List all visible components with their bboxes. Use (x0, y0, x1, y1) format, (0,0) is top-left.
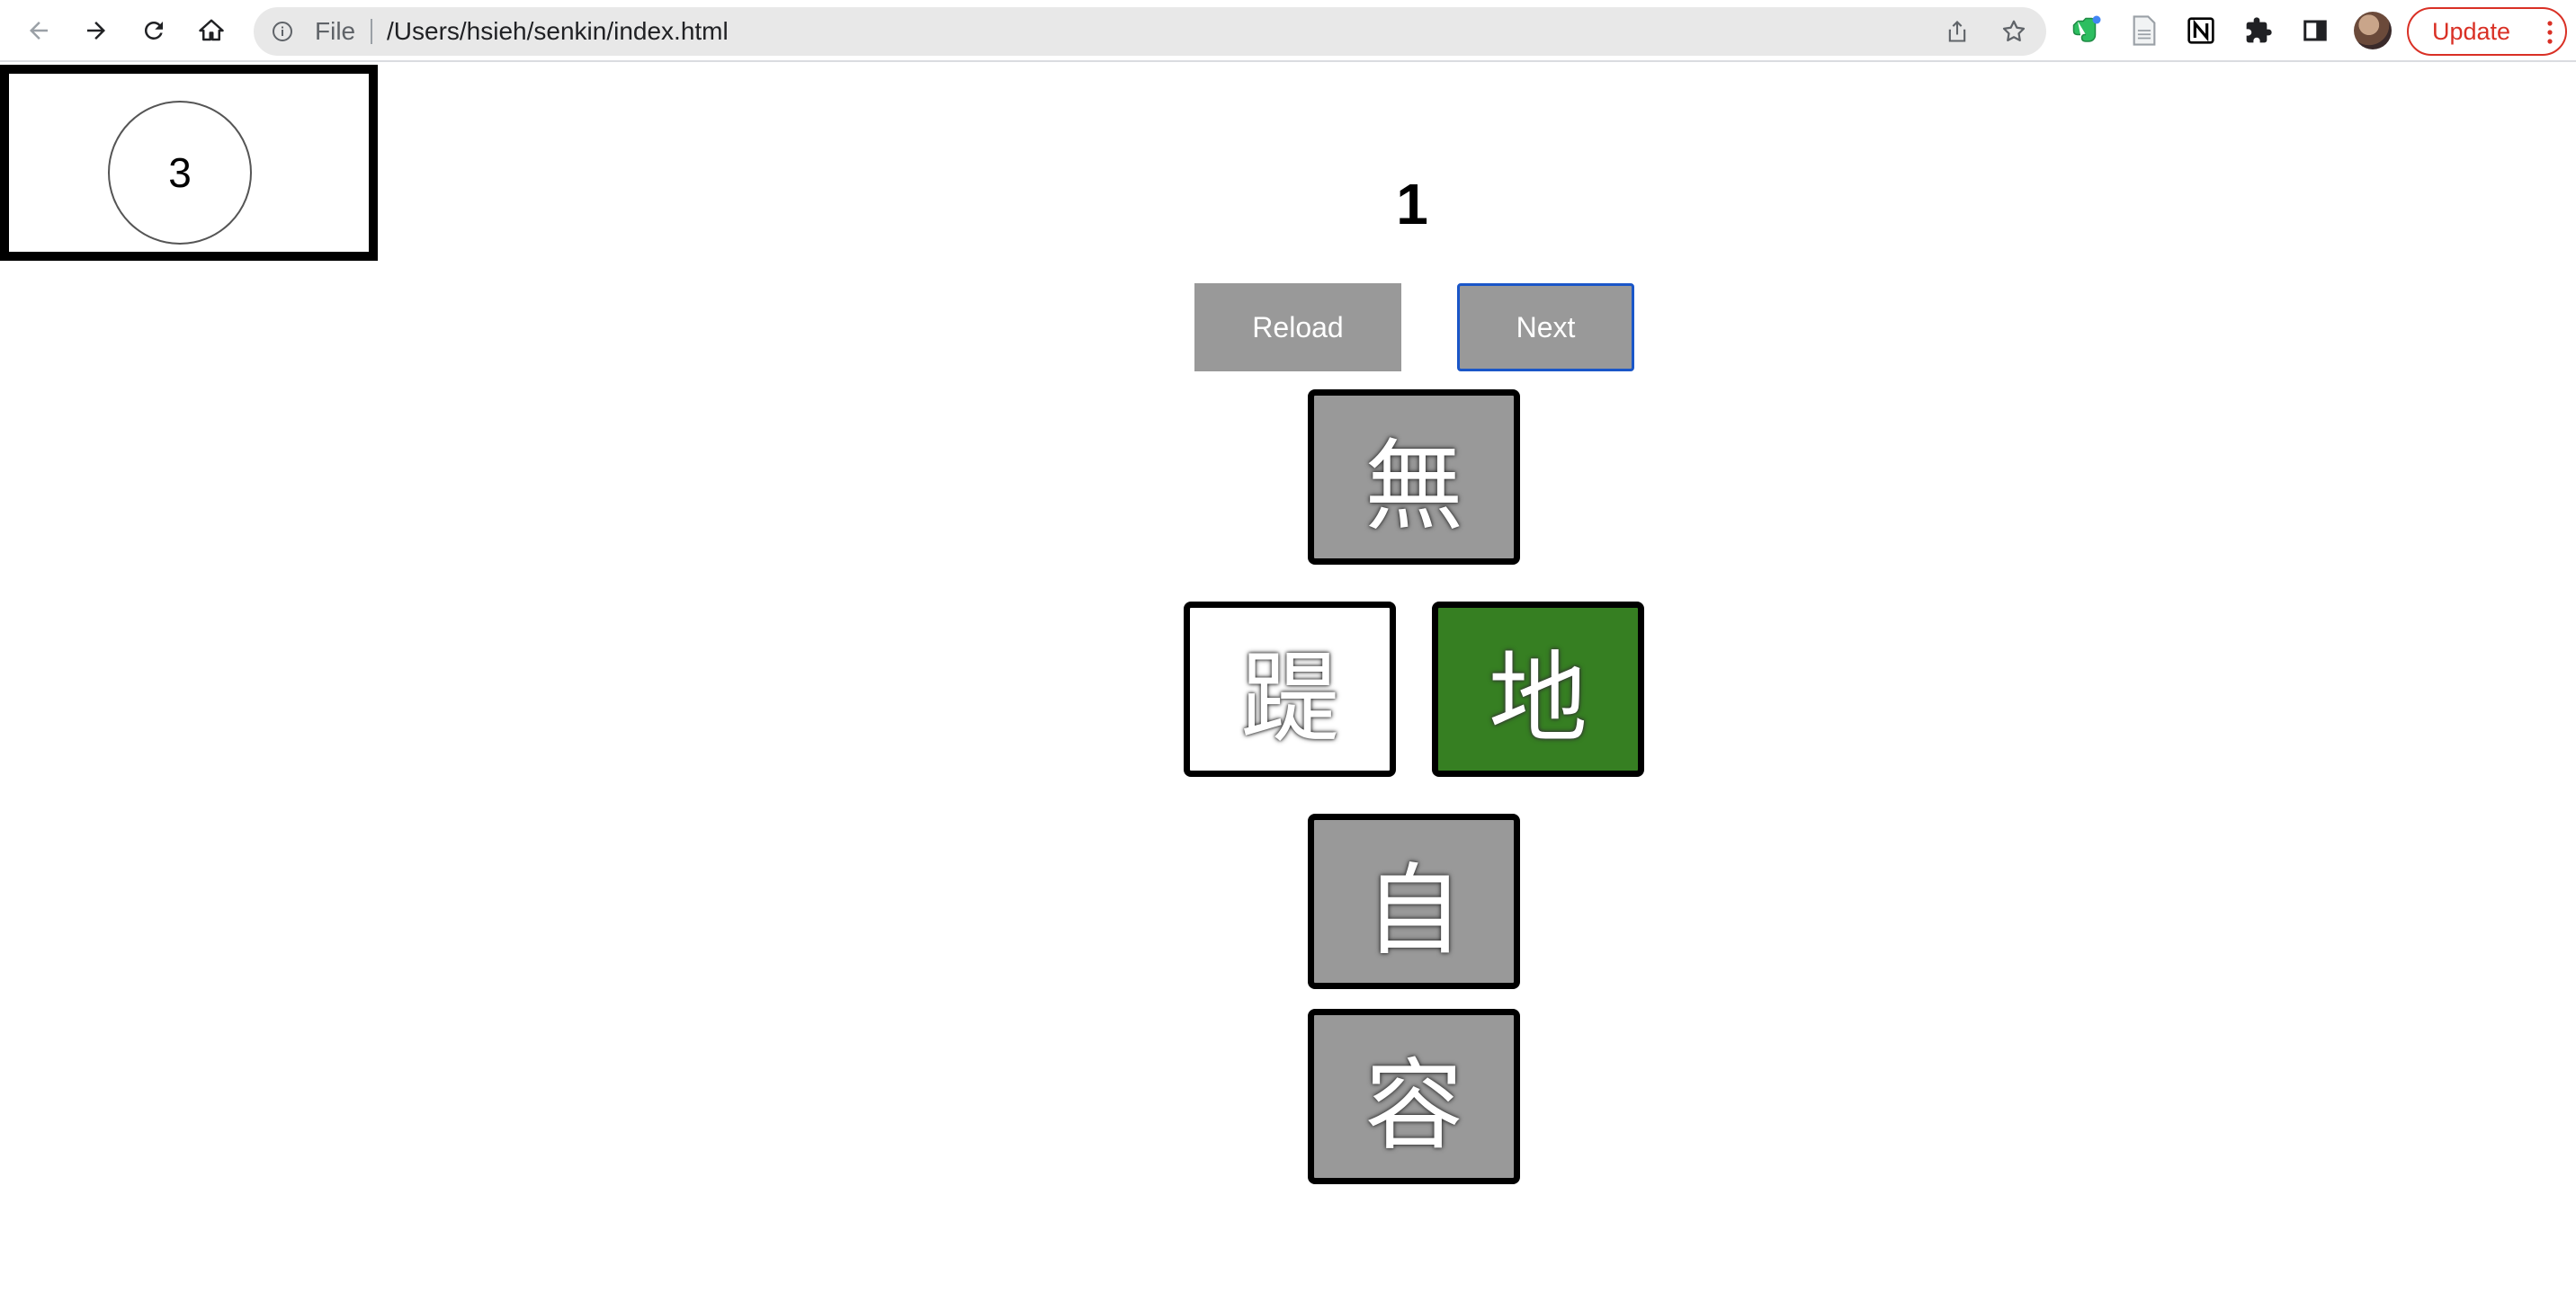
omnibox-divider (371, 19, 372, 44)
back-button[interactable] (18, 10, 59, 51)
counter-box: 3 (0, 65, 378, 261)
scheme-label: File (315, 17, 356, 45)
side-panel-button[interactable] (2298, 13, 2332, 48)
tile-top[interactable]: 無 (1308, 389, 1520, 565)
notion-extension[interactable] (2184, 13, 2218, 48)
tile-left[interactable]: 踶 (1184, 602, 1396, 777)
counter-circle: 3 (108, 101, 252, 245)
profile-avatar[interactable] (2354, 12, 2392, 49)
forward-button[interactable] (76, 10, 117, 51)
extensions-button[interactable] (2241, 13, 2276, 48)
puzzle-icon (2246, 17, 2272, 43)
bookmark-button[interactable] (1999, 16, 2029, 47)
home-button[interactable] (191, 10, 232, 51)
url-text[interactable]: /Users/hsieh/senkin/index.html (387, 7, 729, 56)
browser-toolbar: File /Users/hsieh/senkin/index.html Upda… (0, 0, 2576, 62)
evernote-extension[interactable] (2069, 13, 2103, 48)
reload-icon (144, 21, 163, 40)
kebab-menu-icon (2547, 21, 2553, 44)
reload-button[interactable]: Reload (1194, 283, 1401, 371)
reload-page-button[interactable] (133, 10, 174, 51)
next-button[interactable]: Next (1457, 283, 1634, 371)
star-icon (2002, 20, 2026, 41)
tile-bottom-1[interactable]: 自 (1308, 814, 1520, 989)
evernote-icon (2072, 15, 2101, 42)
round-number: 1 (1396, 172, 1428, 236)
tile-center[interactable]: 地 (1432, 602, 1644, 777)
arrow-right-icon (87, 22, 105, 40)
tile-bottom-2[interactable]: 容 (1308, 1009, 1520, 1184)
address-bar[interactable]: File /Users/hsieh/senkin/index.html (254, 7, 2046, 56)
arrow-left-icon (30, 22, 48, 40)
update-button[interactable]: Update (2407, 7, 2567, 56)
side-panel-icon (2303, 20, 2327, 41)
update-label: Update (2432, 17, 2511, 45)
document-extension[interactable] (2127, 13, 2161, 48)
share-button[interactable] (1942, 16, 1972, 47)
document-icon (2133, 15, 2156, 46)
share-icon (1948, 21, 1966, 42)
notion-icon (2187, 17, 2214, 44)
info-icon[interactable] (272, 21, 293, 42)
home-icon (199, 19, 224, 41)
